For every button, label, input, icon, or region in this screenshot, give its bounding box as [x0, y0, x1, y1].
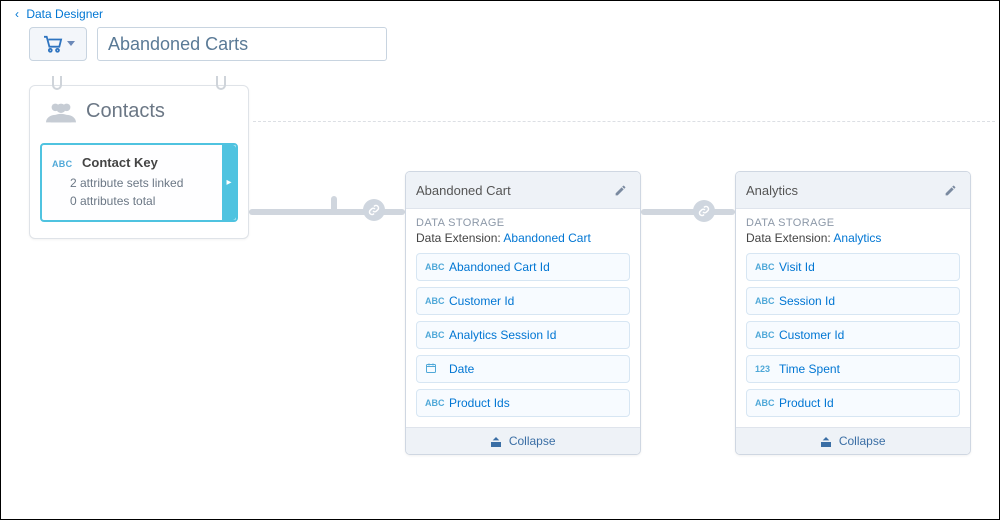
- storage-name: Data Extension: Analytics: [746, 231, 960, 245]
- storage-label: DATA STORAGE: [416, 217, 630, 229]
- collapse-icon: [490, 437, 502, 447]
- storage-name: Data Extension: Abandoned Cart: [416, 231, 630, 245]
- group-icon-picker[interactable]: [29, 27, 87, 61]
- breadcrumb-link[interactable]: Data Designer: [26, 7, 103, 21]
- contact-key-label: Contact Key: [82, 155, 158, 170]
- text-type-icon: ABC: [425, 296, 449, 306]
- expand-arrow-icon[interactable]: ▸: [222, 145, 236, 220]
- contact-key-linked: 2 attribute sets linked: [52, 174, 226, 192]
- contacts-title: Contacts: [86, 100, 165, 123]
- field-label: Visit Id: [779, 260, 815, 274]
- link-node-icon[interactable]: [693, 200, 715, 222]
- relationship-canvas: Contacts ▸ ABC Contact Key 2 attribute s…: [1, 81, 999, 519]
- chevron-left-icon: ‹: [15, 7, 19, 21]
- field-row[interactable]: ABCCustomer Id: [416, 287, 630, 315]
- text-type-icon: ABC: [425, 262, 449, 272]
- field-row[interactable]: ABCVisit Id: [746, 253, 960, 281]
- contacts-panel: Contacts ▸ ABC Contact Key 2 attribute s…: [29, 85, 249, 239]
- connector: [331, 196, 337, 214]
- data-extension-link[interactable]: Analytics: [833, 231, 881, 245]
- storage-label: DATA STORAGE: [746, 217, 960, 229]
- attribute-set-card: Analytics DATA STORAGE Data Extension: A…: [735, 171, 971, 455]
- card-title: Abandoned Cart: [416, 183, 610, 198]
- attribute-set-card: Abandoned Cart DATA STORAGE Data Extensi…: [405, 171, 641, 455]
- cart-icon: [42, 35, 64, 53]
- field-label: Customer Id: [449, 294, 514, 308]
- field-label: Date: [449, 362, 474, 376]
- text-type-icon: ABC: [755, 330, 779, 340]
- field-row[interactable]: ABCAnalytics Session Id: [416, 321, 630, 349]
- attribute-group-title-input[interactable]: [97, 27, 387, 61]
- contact-key-card[interactable]: ▸ ABC Contact Key 2 attribute sets linke…: [40, 143, 238, 222]
- field-row[interactable]: ABCProduct Ids: [416, 389, 630, 417]
- field-row[interactable]: Date: [416, 355, 630, 383]
- field-row[interactable]: 123Time Spent: [746, 355, 960, 383]
- text-type-icon: ABC: [755, 398, 779, 408]
- people-icon: [46, 101, 76, 123]
- field-label: Session Id: [779, 294, 835, 308]
- text-type-icon: ABC: [425, 398, 449, 408]
- data-extension-link[interactable]: Abandoned Cart: [503, 231, 590, 245]
- text-type-icon: ABC: [755, 262, 779, 272]
- text-type-icon: ABC: [52, 159, 72, 169]
- field-label: Time Spent: [779, 362, 840, 376]
- contact-key-total: 0 attributes total: [52, 192, 226, 210]
- link-node-icon[interactable]: [363, 199, 385, 221]
- field-label: Analytics Session Id: [449, 328, 556, 342]
- field-label: Customer Id: [779, 328, 844, 342]
- hanger-icon: [52, 76, 62, 90]
- edit-icon[interactable]: [610, 180, 630, 200]
- number-type-icon: 123: [755, 364, 779, 374]
- field-row[interactable]: ABCProduct Id: [746, 389, 960, 417]
- collapse-button[interactable]: Collapse: [736, 427, 970, 454]
- field-label: Abandoned Cart Id: [449, 260, 550, 274]
- field-row[interactable]: ABCCustomer Id: [746, 321, 960, 349]
- connector: [641, 209, 735, 215]
- field-row[interactable]: ABCAbandoned Cart Id: [416, 253, 630, 281]
- edit-icon[interactable]: [940, 180, 960, 200]
- breadcrumb[interactable]: ‹ Data Designer: [1, 1, 999, 25]
- collapse-button[interactable]: Collapse: [406, 427, 640, 454]
- text-type-icon: ABC: [425, 330, 449, 340]
- field-label: Product Ids: [449, 396, 510, 410]
- hanger-icon: [216, 76, 226, 90]
- canvas-divider: [253, 121, 995, 122]
- text-type-icon: ABC: [755, 296, 779, 306]
- link-button[interactable]: [970, 171, 971, 203]
- card-title: Analytics: [746, 183, 940, 198]
- caret-down-icon: [67, 41, 75, 47]
- field-row[interactable]: ABCSession Id: [746, 287, 960, 315]
- date-type-icon: [425, 362, 449, 376]
- field-label: Product Id: [779, 396, 834, 410]
- collapse-icon: [820, 437, 832, 447]
- link-button[interactable]: [640, 171, 641, 203]
